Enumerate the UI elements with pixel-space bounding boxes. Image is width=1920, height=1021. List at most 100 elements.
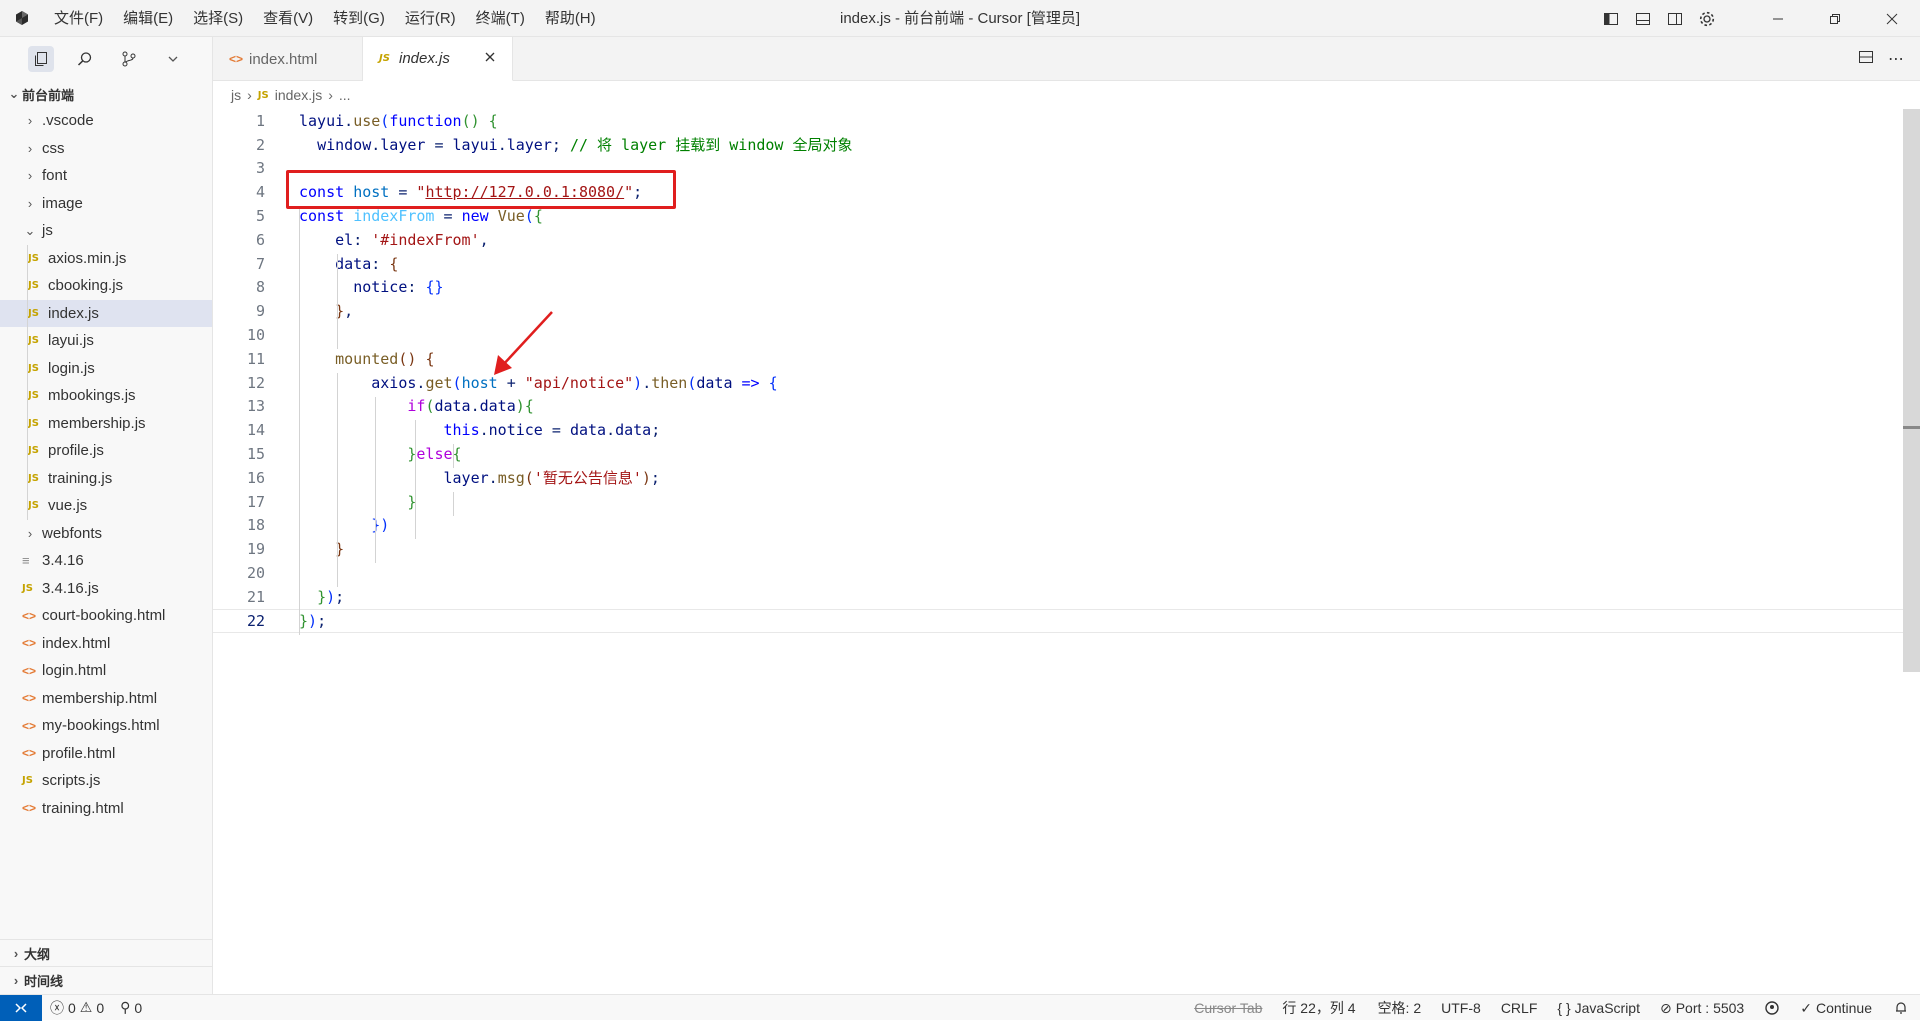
end-of-line[interactable]: CRLF [1491,1000,1548,1016]
menu-item[interactable]: 转到(G) [323,0,395,37]
tree-file[interactable]: JS profile.js [0,437,212,465]
account-icon[interactable] [1754,1000,1790,1016]
breadcrumb-more[interactable]: ... [339,87,351,103]
tree-folder[interactable]: › font [0,162,212,190]
vertical-scrollbar[interactable] [1903,109,1920,672]
toggle-primary-sidebar-icon[interactable] [1595,0,1627,37]
menu-item[interactable]: 选择(S) [183,0,253,37]
breadcrumb-file[interactable]: index.js [275,87,322,103]
outline-panel-header[interactable]: › 大纲 [0,939,213,967]
code-line[interactable]: 9 }, [213,299,1903,323]
timeline-panel-header[interactable]: › 时间线 [0,966,213,994]
code-line[interactable]: 15 }else{ [213,442,1903,466]
chevron-right-icon: › [247,87,252,103]
code-line[interactable]: 20 [213,561,1903,585]
code-line[interactable]: 13 if(data.data){ [213,395,1903,419]
close-window-icon[interactable] [1863,0,1920,37]
code-line[interactable]: 17 } [213,490,1903,514]
code-line[interactable]: 21 }); [213,585,1903,609]
menu-item[interactable]: 查看(V) [253,0,323,37]
remote-indicator-icon[interactable] [0,994,42,1021]
line-number: 8 [255,278,265,297]
minimize-icon[interactable] [1749,0,1806,37]
tab-index-js[interactable]: JS index.js [363,37,513,81]
code-line[interactable]: 18 }) [213,514,1903,538]
menu-item[interactable]: 运行(R) [395,0,466,37]
code-line[interactable]: 7 data: { [213,252,1903,276]
settings-gear-icon[interactable] [1691,0,1723,37]
code-line[interactable]: 19 } [213,537,1903,561]
code-line[interactable]: 12 axios.get(host + "api/notice").then(d… [213,371,1903,395]
more-views-chevron-down-icon[interactable] [160,46,186,72]
source-control-icon[interactable] [116,46,142,72]
tree-folder[interactable]: › .vscode [0,107,212,135]
toggle-secondary-sidebar-icon[interactable] [1659,0,1691,37]
encoding[interactable]: UTF-8 [1431,1000,1491,1016]
live-server-port[interactable]: ⊘ Port : 5503 [1650,1000,1754,1017]
close-tab-icon[interactable] [484,50,496,67]
explorer-files-icon[interactable] [28,46,54,72]
tree-folder[interactable]: › css [0,135,212,163]
tree-file[interactable]: <> login.html [0,657,212,685]
status-bar: ⓧ 0 ⚠ 0 ⚲ 0 Cursor Tab 行 22，列 4 空格: 2 UTF-8… [0,994,1920,1021]
tree-file[interactable]: JS login.js [0,354,212,382]
tree-folder[interactable]: › webfonts [0,520,212,548]
tab-index-html[interactable]: <> index.html [213,37,363,81]
more-actions-icon[interactable]: ⋯ [1888,49,1904,69]
tree-file[interactable]: JS cbooking.js [0,272,212,300]
cursor-tab-status[interactable]: Cursor Tab [1186,1000,1270,1016]
ports-indicator[interactable]: ⚲ 0 [112,999,150,1016]
annotation-highlight-box [286,170,676,209]
problems-indicator[interactable]: ⓧ 0 ⚠ 0 [42,998,112,1018]
tree-file[interactable]: JS 3.4.16.js [0,575,212,603]
code-line[interactable]: 8 notice: {} [213,276,1903,300]
menu-item[interactable]: 文件(F) [44,0,113,37]
tree-folder[interactable]: ⌄ js [0,217,212,245]
cursor-position[interactable]: 行 22，列 4 [1270,998,1367,1018]
code-line[interactable]: 2 window.layer = layui.layer; // 将 layer… [213,133,1903,157]
tree-file[interactable]: JS layui.js [0,327,212,355]
tree-folder[interactable]: › image [0,190,212,218]
tree-file[interactable]: JS vue.js [0,492,212,520]
menu-item[interactable]: 帮助(H) [535,0,606,37]
tree-file[interactable]: <> index.html [0,630,212,658]
code-editor[interactable]: 1 layui.use(function() {2 window.layer = … [213,109,1903,994]
notifications-bell-icon[interactable] [1882,1001,1920,1015]
code-line[interactable]: 1 layui.use(function() { [213,109,1903,133]
ports-count: 0 [134,999,143,1016]
tree-file[interactable]: JS training.js [0,464,212,492]
tree-file[interactable]: ≡ 3.4.16 [0,547,212,575]
toggle-panel-icon[interactable] [1627,0,1659,37]
tree-file[interactable]: <> court-booking.html [0,602,212,630]
indentation[interactable]: 空格: 2 [1368,998,1432,1018]
code-text: layui.use(function() { [299,111,498,130]
restore-icon[interactable] [1806,0,1863,37]
tree-file[interactable]: JS membership.js [0,409,212,437]
code-line[interactable]: 11 mounted() { [213,347,1903,371]
code-text: el: '#indexFrom', [335,230,489,249]
code-line[interactable]: 10 [213,323,1903,347]
tree-file[interactable]: <> training.html [0,795,212,823]
menu-item[interactable]: 编辑(E) [113,0,183,37]
tree-file[interactable]: <> profile.html [0,740,212,768]
tree-file[interactable]: <> membership.html [0,685,212,713]
continue-status[interactable]: ✓ Continue [1790,1000,1882,1017]
breadcrumb-folder[interactable]: js [231,87,241,103]
tree-file[interactable]: JS scripts.js [0,767,212,795]
split-editor-icon[interactable] [1858,49,1874,70]
code-line[interactable]: 14 this.notice = data.data; [213,418,1903,442]
menu-item[interactable]: 终端(T) [466,0,535,37]
explorer-root-folder[interactable]: ⌄ 前台前端 [0,81,212,107]
language-mode[interactable]: { } JavaScript [1547,1000,1650,1016]
code-line[interactable]: 16 layer.msg('暂无公告信息'); [213,466,1903,490]
search-icon[interactable] [72,46,98,72]
code-line[interactable]: 6 el: '#indexFrom', [213,228,1903,252]
tree-file[interactable]: JS mbookings.js [0,382,212,410]
js-file-icon: JS [22,582,33,594]
js-file-icon: JS [28,335,39,347]
code-line[interactable]: 22}); [213,608,1903,633]
tree-file[interactable]: <> my-bookings.html [0,712,212,740]
tree-file[interactable]: JS index.js [0,299,212,327]
tree-file[interactable]: JS axios.min.js [0,244,212,272]
html-file-icon: <> [229,52,244,66]
